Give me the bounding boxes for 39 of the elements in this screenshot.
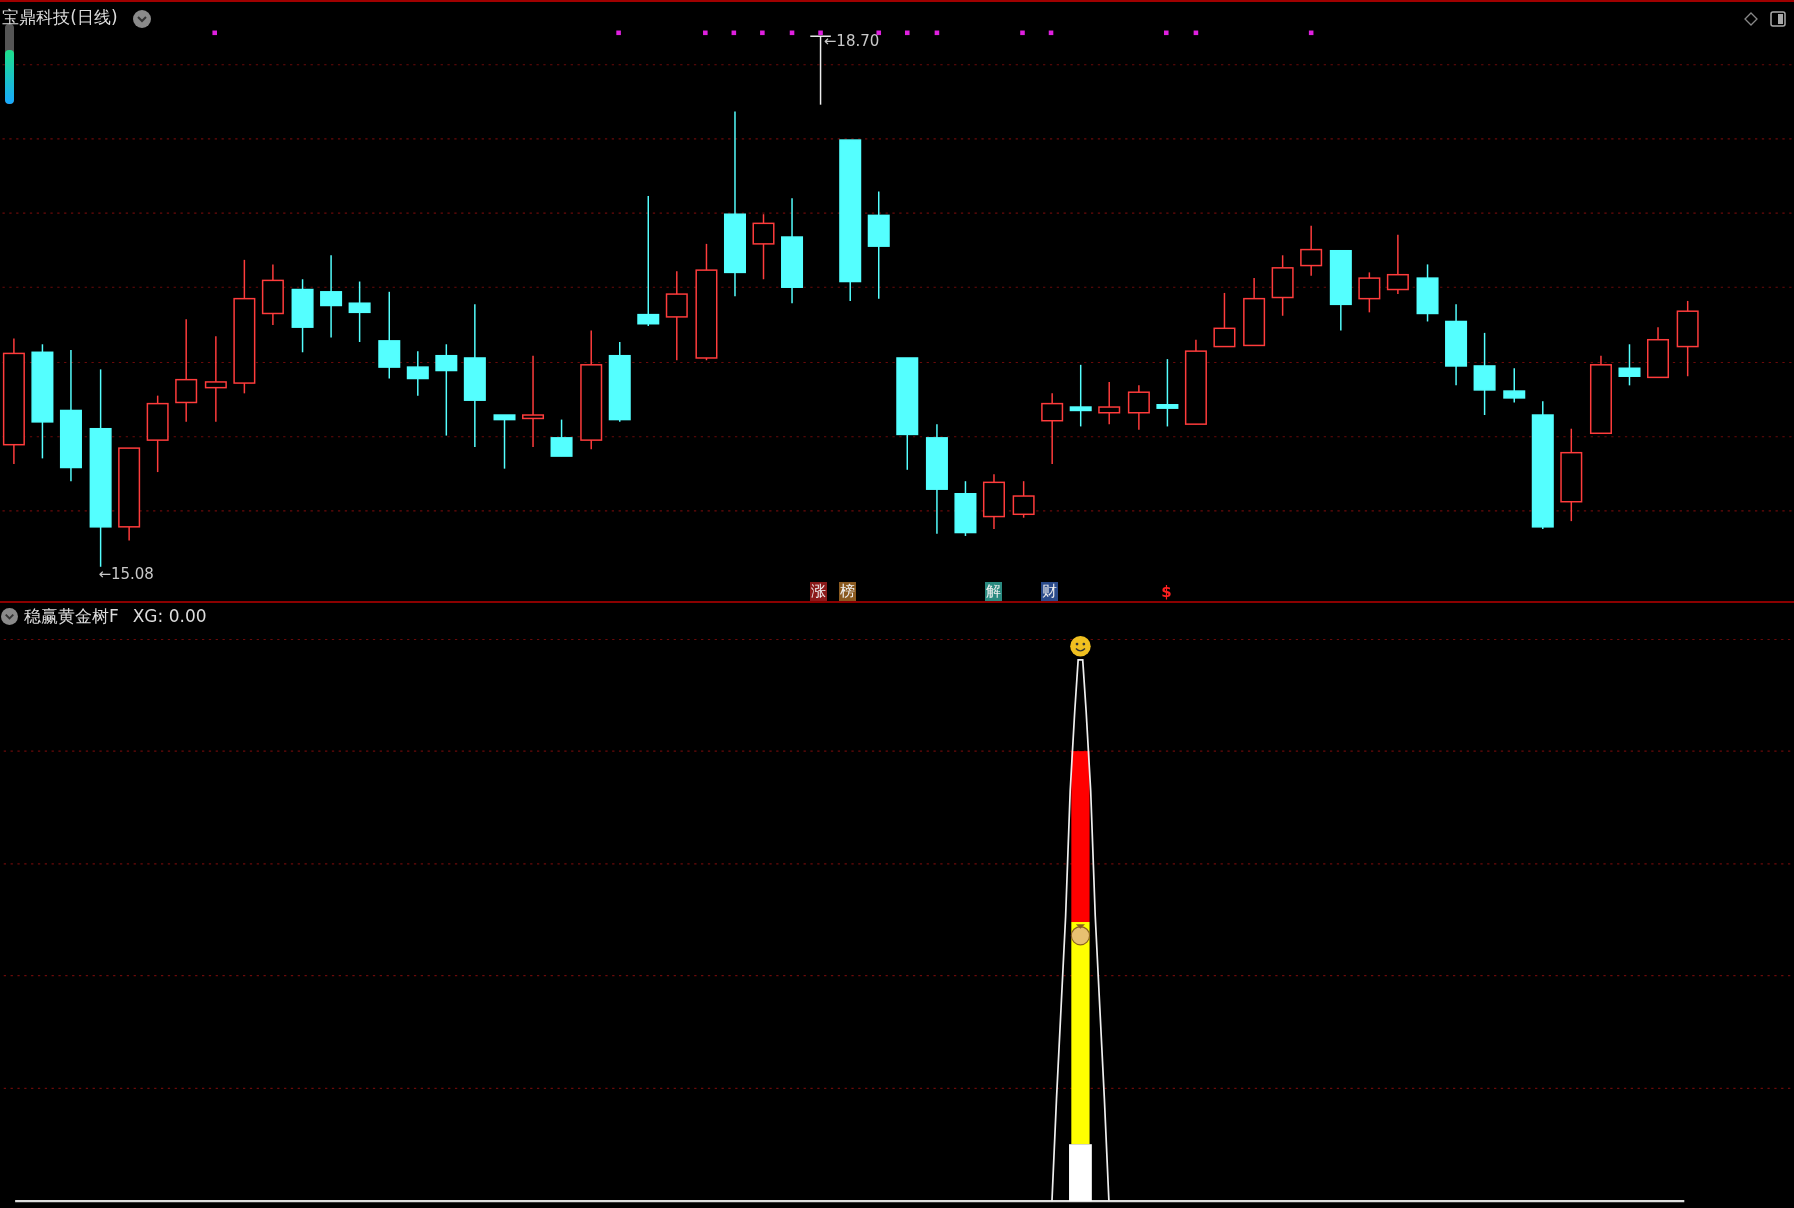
candlestick bbox=[1069, 364, 1092, 428]
marker-symbol: $ bbox=[1160, 583, 1173, 603]
candlestick bbox=[261, 263, 284, 326]
candlestick bbox=[1386, 234, 1409, 295]
money-bag-icon bbox=[1070, 924, 1091, 946]
smiley-icon bbox=[1070, 636, 1091, 657]
candlestick bbox=[348, 280, 371, 343]
candlestick bbox=[1213, 292, 1236, 348]
marker-tag: 解 bbox=[985, 582, 1003, 602]
marker-tag: 财 bbox=[1041, 582, 1059, 602]
marker-tag: 榜 bbox=[838, 582, 856, 602]
candlestick bbox=[1503, 367, 1526, 404]
chart-title: 宝鼎科技(日线) bbox=[2, 8, 118, 26]
chevron-down-icon[interactable] bbox=[132, 10, 151, 28]
candlestick bbox=[752, 213, 775, 280]
candlestick bbox=[1647, 326, 1669, 379]
candlestick bbox=[1156, 358, 1179, 428]
candlestick bbox=[1127, 384, 1150, 431]
marker-tag: 涨 bbox=[810, 582, 828, 602]
candlestick bbox=[550, 418, 573, 457]
candlestick bbox=[493, 414, 516, 470]
candlestick bbox=[954, 480, 977, 537]
candlestick bbox=[1098, 381, 1121, 425]
candlestick bbox=[1300, 224, 1323, 277]
candlestick bbox=[1012, 480, 1035, 519]
candlestick bbox=[1243, 277, 1266, 347]
panel-toggle-icon[interactable] bbox=[1769, 11, 1786, 28]
candlestick bbox=[982, 473, 1005, 530]
high-price-label: ←18.70 bbox=[823, 34, 880, 50]
candlestick bbox=[1618, 343, 1641, 387]
candlestick bbox=[1271, 254, 1294, 317]
indicator-name: 稳赢黄金树F bbox=[24, 607, 119, 625]
indicator-reading: XG: 0.00 bbox=[132, 607, 207, 625]
chevron-down-icon[interactable] bbox=[1, 607, 19, 625]
candlestick bbox=[1358, 271, 1381, 314]
low-price-label: ←15.08 bbox=[98, 567, 154, 583]
diamond-icon[interactable] bbox=[1743, 12, 1758, 27]
candlestick bbox=[406, 350, 429, 397]
candlestick bbox=[1416, 263, 1439, 323]
